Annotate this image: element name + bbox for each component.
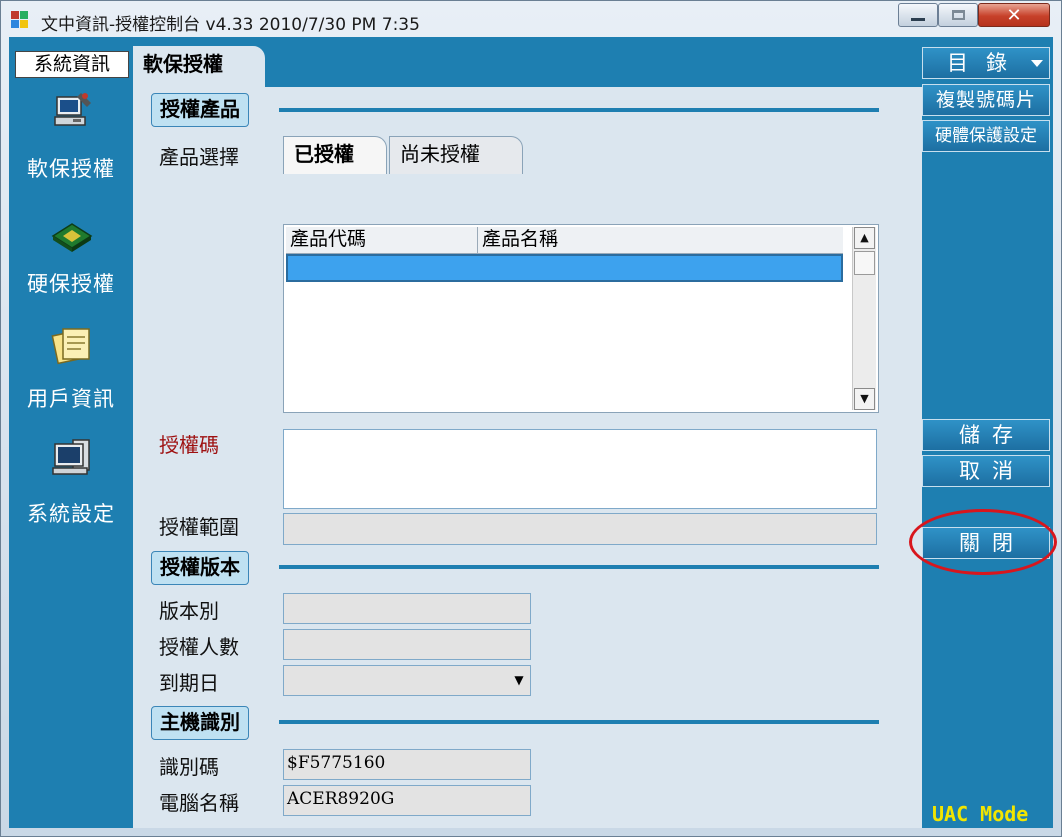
host-id-field: $F5775160 [283,749,531,780]
sidebar-item-label: 用戶資訊 [27,387,115,411]
sidebar-item-system-settings[interactable]: 系統設定 [9,432,133,532]
sidebar-item-label: 系統設定 [27,502,115,526]
computer-name-field: ACER8920G [283,785,531,816]
edition-label: 版本別 [159,599,219,623]
notes-icon [51,328,90,365]
hardware-protection-settings-button[interactable]: 硬體保護設定 [922,120,1050,152]
chip-icon [51,223,93,252]
minimize-icon [911,17,925,21]
right-toolbar: 目錄 複製號碼片 硬體保護設定 儲存 取消 關閉 UAC Mode [922,37,1053,828]
menu-button[interactable]: 目錄 [922,47,1050,79]
section-divider [279,108,879,112]
expiry-date-label: 到期日 [159,671,219,695]
menu-label: 目錄 [947,51,1025,75]
title-bar[interactable]: 文中資訊-授權控制台 v4.33 2010/7/30 PM 7:35 ✕ [1,1,1061,37]
column-product-code[interactable]: 產品代碼 [286,227,478,253]
sidebar-item-hardware-license[interactable]: 硬保授權 [9,202,133,302]
expiry-date-dropdown[interactable]: ▼ [283,665,531,696]
host-id-label: 識別碼 [159,755,219,779]
monitor-icon [52,439,90,475]
sidebar-item-label: 硬保授權 [27,272,115,296]
tab-software-license[interactable]: 軟保授權 [133,46,265,88]
auth-scope-field [283,513,877,545]
save-button[interactable]: 儲存 [922,419,1050,451]
auth-code-label: 授權碼 [159,433,219,457]
section-authorized-product: 授權產品 [151,93,249,127]
tab-licensed[interactable]: 已授權 [283,136,387,174]
copy-serial-button[interactable]: 複製號碼片 [922,84,1050,116]
list-header: 產品代碼 產品名稱 [286,227,843,254]
close-button[interactable]: 關閉 [922,527,1050,559]
section-divider [279,565,879,569]
computer-shield-icon [54,93,91,126]
section-divider [279,720,879,724]
sidebar-tab-system-info[interactable]: 系統資訊 [15,51,129,78]
scroll-down-button[interactable]: ▼ [854,388,875,410]
license-count-field [283,629,531,660]
close-icon: ✕ [1006,4,1022,26]
auth-scope-label: 授權範圍 [159,515,239,539]
list-item-selected[interactable] [286,254,843,282]
close-window-button[interactable]: ✕ [978,3,1050,27]
auth-code-input[interactable] [283,429,877,509]
tab-unlicensed[interactable]: 尚未授權 [389,136,523,174]
product-select-label: 產品選擇 [159,145,239,169]
tab-header: 軟保授權 [133,46,922,88]
list-scrollbar[interactable]: ▲ ▼ [852,227,876,410]
scroll-thumb[interactable] [854,251,875,275]
uac-mode-label: UAC Mode [932,802,1029,826]
main-panel: 授權產品 產品選擇 已授權 尚未授權 產品代碼 產品名稱 ▲ ▼ 授權碼 授權範… [133,87,922,828]
sidebar-item-software-license[interactable]: 軟保授權 [9,87,133,187]
scroll-up-button[interactable]: ▲ [854,227,875,249]
edition-field [283,593,531,624]
app-icon [11,11,28,28]
maximize-icon [951,10,965,20]
chevron-down-icon[interactable]: ▼ [508,666,530,695]
column-product-name[interactable]: 產品名稱 [478,227,843,253]
license-count-label: 授權人數 [159,635,239,659]
client-area: 系統資訊 軟保授權 硬保授權 用戶資訊 系統設定 軟保授權 授權產品 產品選擇 … [9,37,1053,828]
computer-name-label: 電腦名稱 [159,791,239,815]
product-list[interactable]: 產品代碼 產品名稱 ▲ ▼ [283,224,879,413]
maximize-button[interactable] [938,3,978,27]
sidebar: 系統資訊 軟保授權 硬保授權 用戶資訊 系統設定 [9,37,133,828]
section-host-id: 主機識別 [151,706,249,740]
window-title: 文中資訊-授權控制台 v4.33 2010/7/30 PM 7:35 [41,15,420,35]
cancel-button[interactable]: 取消 [922,455,1050,487]
app-window: 文中資訊-授權控制台 v4.33 2010/7/30 PM 7:35 ✕ 系統資… [0,0,1062,837]
sidebar-item-user-info[interactable]: 用戶資訊 [9,317,133,417]
chevron-down-icon [1031,60,1043,67]
sidebar-item-label: 軟保授權 [27,157,115,181]
section-auth-version: 授權版本 [151,551,249,585]
minimize-button[interactable] [898,3,938,27]
